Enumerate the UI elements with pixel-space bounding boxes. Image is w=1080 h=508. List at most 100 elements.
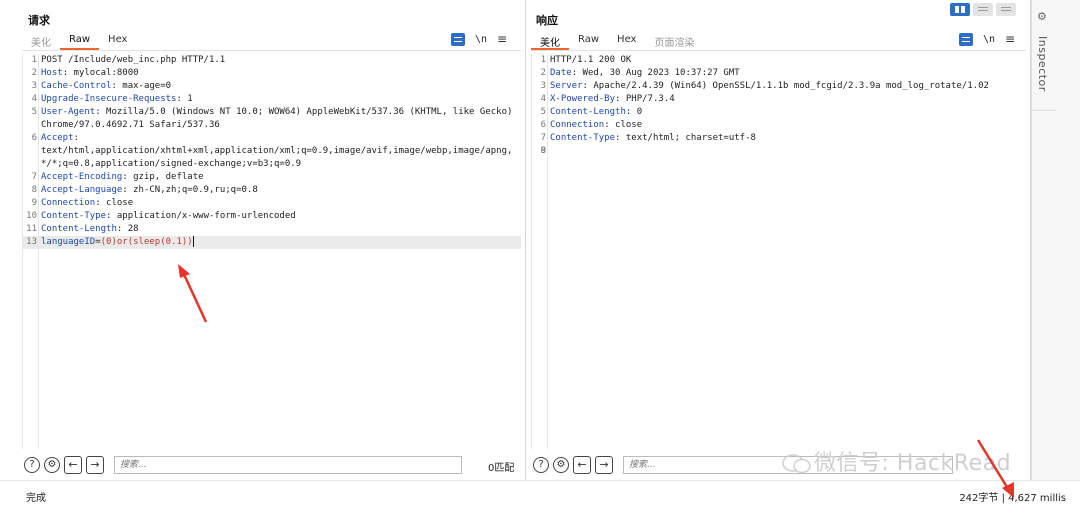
request-search-input[interactable] — [114, 456, 462, 474]
header-name: Upgrade-Insecure-Requests — [41, 94, 177, 104]
code-line[interactable]: 10 Content-Type: application/x-www-form-u… — [23, 210, 521, 223]
header-value: : 0 — [625, 107, 643, 117]
line-number: 9 — [31, 198, 37, 208]
line-number: 4 — [31, 94, 37, 104]
line-number: 6 — [31, 133, 37, 143]
help-icon[interactable]: ? — [24, 457, 40, 473]
header-value: : application/x-www-form-urlencoded — [106, 211, 296, 221]
inspector-divider — [1032, 110, 1056, 111]
line-number: 7 — [31, 172, 37, 182]
code-line[interactable]: 8 Accept-Language: zh-CN,zh;q=0.9,ru;q=0.… — [23, 184, 521, 197]
response-tab-render[interactable]: 页面渲染 — [645, 32, 703, 50]
header-name: Connection — [41, 198, 96, 208]
code-line[interactable]: 4 X-Powered-By: PHP/7.3.4 — [532, 93, 1026, 106]
layout-side-by-side-icon[interactable] — [950, 3, 970, 16]
request-tab-raw[interactable]: Raw — [60, 32, 100, 50]
pretty-print-icon[interactable] — [959, 32, 973, 46]
line-number: 1 — [31, 55, 37, 65]
header-value: : text/html,application/xhtml+xml,applic… — [41, 133, 513, 169]
search-next-button[interactable]: → — [595, 456, 613, 474]
response-tab-pretty[interactable]: 美化 — [531, 32, 569, 50]
body-param-name: languageID — [41, 237, 96, 247]
pretty-print-icon[interactable] — [451, 32, 465, 46]
status-bar: 完成 242字节 | 4,627 millis — [0, 480, 1080, 508]
header-value: POST /Include/web_inc.php HTTP/1.1 — [41, 55, 226, 65]
line-number: 7 — [540, 133, 546, 143]
watermark-text: 微信号: HackRead — [814, 451, 1012, 476]
request-tab-hex[interactable]: Hex — [99, 32, 136, 50]
search-prev-button[interactable]: ← — [573, 456, 591, 474]
response-editor-toolbar: \n ≡ — [959, 32, 1015, 46]
layout-stacked-icon[interactable] — [973, 3, 993, 16]
code-line[interactable]: 7 Accept-Encoding: gzip, deflate — [23, 171, 521, 184]
code-line[interactable]: 1 HTTP/1.1 200 OK — [532, 54, 1026, 67]
header-name: Server — [550, 81, 583, 91]
layout-toggle — [950, 3, 1016, 16]
header-name: X-Powered-By — [550, 94, 616, 104]
code-line[interactable]: 3 Server: Apache/2.4.39 (Win64) OpenSSL/1… — [532, 80, 1026, 93]
code-line[interactable]: 6 Connection: close — [532, 119, 1026, 132]
request-tab-pretty[interactable]: 美化 — [22, 32, 60, 50]
settings-gear-icon[interactable]: ⚙ — [553, 457, 569, 473]
menu-icon[interactable]: ≡ — [1005, 32, 1015, 46]
code-line[interactable]: 2 Host: mylocal:8000 — [23, 67, 521, 80]
menu-icon[interactable]: ≡ — [497, 32, 507, 46]
code-line[interactable]: 2 Date: Wed, 30 Aug 2023 10:37:27 GMT — [532, 67, 1026, 80]
inspector-icon[interactable]: ⚙ — [1037, 10, 1047, 23]
code-line[interactable]: 5 User-Agent: Mozilla/5.0 (Windows NT 10.… — [23, 106, 521, 132]
code-line[interactable]: 3 Cache-Control: max-age=0 — [23, 80, 521, 93]
response-pane: 响应 美化 Raw Hex 页面渲染 \n ≡ 1 HTTP/1.1 200 OK… — [527, 0, 1031, 480]
header-value: : mylocal:8000 — [62, 68, 139, 78]
header-value: : text/html; charset=utf-8 — [615, 133, 756, 143]
match-count: 0匹配 — [488, 463, 515, 474]
header-value: : zh-CN,zh;q=0.9,ru;q=0.8 — [122, 185, 258, 195]
header-name: Accept-Language — [41, 185, 123, 195]
header-name: Cache-Control — [41, 81, 112, 91]
response-editor[interactable]: 1 HTTP/1.1 200 OK 2 Date: Wed, 30 Aug 2023 … — [531, 54, 1026, 449]
search-prev-button[interactable]: ← — [64, 456, 82, 474]
search-next-button[interactable]: → — [86, 456, 104, 474]
header-value: : max-age=0 — [111, 81, 172, 91]
header-name: Content-Length — [41, 224, 117, 234]
line-number: 11 — [26, 224, 37, 234]
line-number: 3 — [31, 81, 37, 91]
header-value: : PHP/7.3.4 — [615, 94, 675, 104]
line-number: 4 — [540, 94, 546, 104]
code-line[interactable]: 5 Content-Length: 0 — [532, 106, 1026, 119]
help-icon[interactable]: ? — [533, 457, 549, 473]
newline-toggle-icon[interactable]: \n — [475, 34, 487, 45]
response-tab-raw[interactable]: Raw — [569, 32, 608, 50]
header-name: User-Agent — [41, 107, 96, 117]
header-name: Accept-Encoding — [41, 172, 123, 182]
response-tabs-divider — [531, 50, 1026, 51]
code-line[interactable]: 4 Upgrade-Insecure-Requests: 1 — [23, 93, 521, 106]
header-value: : Apache/2.4.39 (Win64) OpenSSL/1.1.1b m… — [582, 81, 989, 91]
text-cursor — [192, 236, 194, 247]
settings-gear-icon[interactable]: ⚙ — [44, 457, 60, 473]
header-value: : Mozilla/5.0 (Windows NT 10.0; WOW64) A… — [41, 107, 518, 130]
header-value: : 1 — [176, 94, 193, 104]
header-value: : close — [95, 198, 134, 208]
code-line[interactable]: 6 Accept: text/html,application/xhtml+xml… — [23, 132, 521, 171]
request-title: 请求 — [28, 14, 50, 27]
line-number: 2 — [31, 68, 37, 78]
inspector-label[interactable]: Inspector — [1036, 36, 1049, 92]
header-name: Date — [550, 68, 572, 78]
line-number: 10 — [26, 211, 37, 221]
line-number: 2 — [540, 68, 546, 78]
code-line[interactable]: 11 Content-Length: 28 — [23, 223, 521, 236]
request-search-bar: ? ⚙ ← → — [24, 456, 462, 474]
header-name: Content-Length — [550, 107, 626, 117]
request-tabs: 美化 Raw Hex — [22, 32, 136, 50]
body-param-value: (0)or(sleep(0.1)) — [100, 237, 193, 247]
request-body-line[interactable]: 13 languageID=(0)or(sleep(0.1)) — [23, 236, 521, 249]
layout-single-icon[interactable] — [996, 3, 1016, 16]
header-name: Host — [41, 68, 63, 78]
request-editor[interactable]: 1 POST /Include/web_inc.php HTTP/1.1 2 Host… — [22, 54, 521, 449]
response-tab-hex[interactable]: Hex — [608, 32, 645, 50]
code-line[interactable]: 9 Connection: close — [23, 197, 521, 210]
line-number: 13 — [26, 237, 37, 247]
code-line[interactable]: 1 POST /Include/web_inc.php HTTP/1.1 — [23, 54, 521, 67]
code-line[interactable]: 7 Content-Type: text/html; charset=utf-8 — [532, 132, 1026, 145]
newline-toggle-icon[interactable]: \n — [983, 34, 995, 45]
